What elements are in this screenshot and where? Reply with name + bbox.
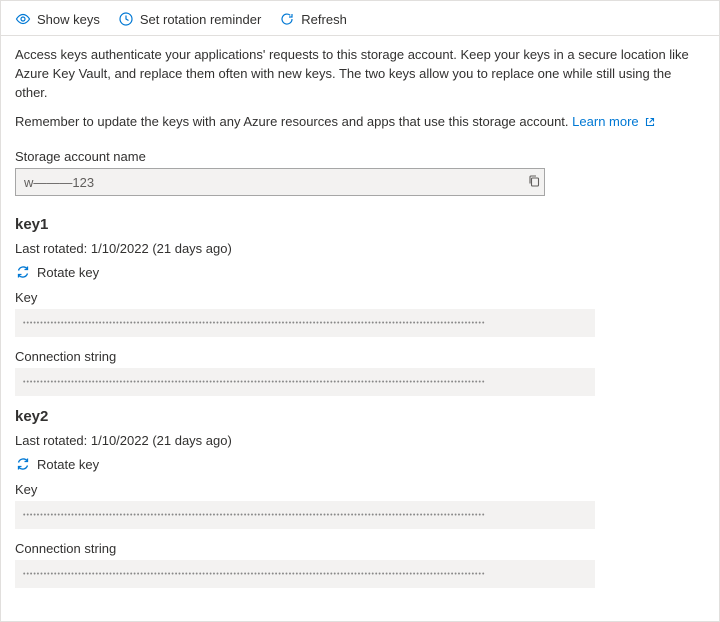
key1-section: key1 Last rotated: 1/10/2022 (21 days ag… — [15, 216, 705, 396]
content: Access keys authenticate your applicatio… — [1, 36, 719, 614]
learn-more-link[interactable]: Learn more — [572, 114, 656, 129]
set-rotation-label: Set rotation reminder — [140, 12, 261, 27]
account-name-field-wrap — [15, 168, 545, 196]
key1-last-rotated: Last rotated: 1/10/2022 (21 days ago) — [15, 241, 705, 256]
masked-value: ••••••••••••••••••••••••••••••••••••••••… — [23, 571, 485, 578]
masked-value: ••••••••••••••••••••••••••••••••••••••••… — [23, 379, 485, 386]
key1-conn-value[interactable]: ••••••••••••••••••••••••••••••••••••••••… — [15, 368, 595, 396]
learn-more-label: Learn more — [572, 114, 638, 129]
rotate-icon — [15, 264, 31, 280]
key1-title: key1 — [15, 216, 705, 233]
remember-span: Remember to update the keys with any Azu… — [15, 114, 569, 129]
description-text: Access keys authenticate your applicatio… — [15, 46, 705, 103]
remember-text: Remember to update the keys with any Azu… — [15, 113, 705, 132]
clock-icon — [118, 11, 134, 27]
refresh-icon — [279, 11, 295, 27]
key1-rotate-label: Rotate key — [37, 265, 99, 280]
masked-value: ••••••••••••••••••••••••••••••••••••••••… — [23, 320, 485, 327]
external-link-icon — [644, 116, 656, 128]
show-keys-button[interactable]: Show keys — [15, 11, 100, 27]
key1-conn-label: Connection string — [15, 349, 705, 364]
account-name-input[interactable] — [15, 168, 545, 196]
key2-rotate-button[interactable]: Rotate key — [15, 456, 99, 472]
key2-key-label: Key — [15, 482, 705, 497]
key2-key-value[interactable]: ••••••••••••••••••••••••••••••••••••••••… — [15, 501, 595, 529]
key1-key-label: Key — [15, 290, 705, 305]
toolbar: Show keys Set rotation reminder Refresh — [1, 1, 719, 36]
account-name-label: Storage account name — [15, 149, 705, 164]
key2-conn-label: Connection string — [15, 541, 705, 556]
key2-rotate-label: Rotate key — [37, 457, 99, 472]
rotate-icon — [15, 456, 31, 472]
set-rotation-button[interactable]: Set rotation reminder — [118, 11, 261, 27]
key1-key-value[interactable]: ••••••••••••••••••••••••••••••••••••••••… — [15, 309, 595, 337]
eye-icon — [15, 11, 31, 27]
key2-conn-value[interactable]: ••••••••••••••••••••••••••••••••••••••••… — [15, 560, 595, 588]
key2-last-rotated: Last rotated: 1/10/2022 (21 days ago) — [15, 433, 705, 448]
access-keys-page: Show keys Set rotation reminder Refresh … — [0, 0, 720, 622]
copy-account-name-button[interactable] — [527, 174, 541, 191]
key2-section: key2 Last rotated: 1/10/2022 (21 days ag… — [15, 408, 705, 588]
refresh-label: Refresh — [301, 12, 347, 27]
copy-icon — [527, 174, 541, 191]
key1-rotate-button[interactable]: Rotate key — [15, 264, 99, 280]
key2-title: key2 — [15, 408, 705, 425]
masked-value: ••••••••••••••••••••••••••••••••••••••••… — [23, 512, 485, 519]
show-keys-label: Show keys — [37, 12, 100, 27]
refresh-button[interactable]: Refresh — [279, 11, 347, 27]
